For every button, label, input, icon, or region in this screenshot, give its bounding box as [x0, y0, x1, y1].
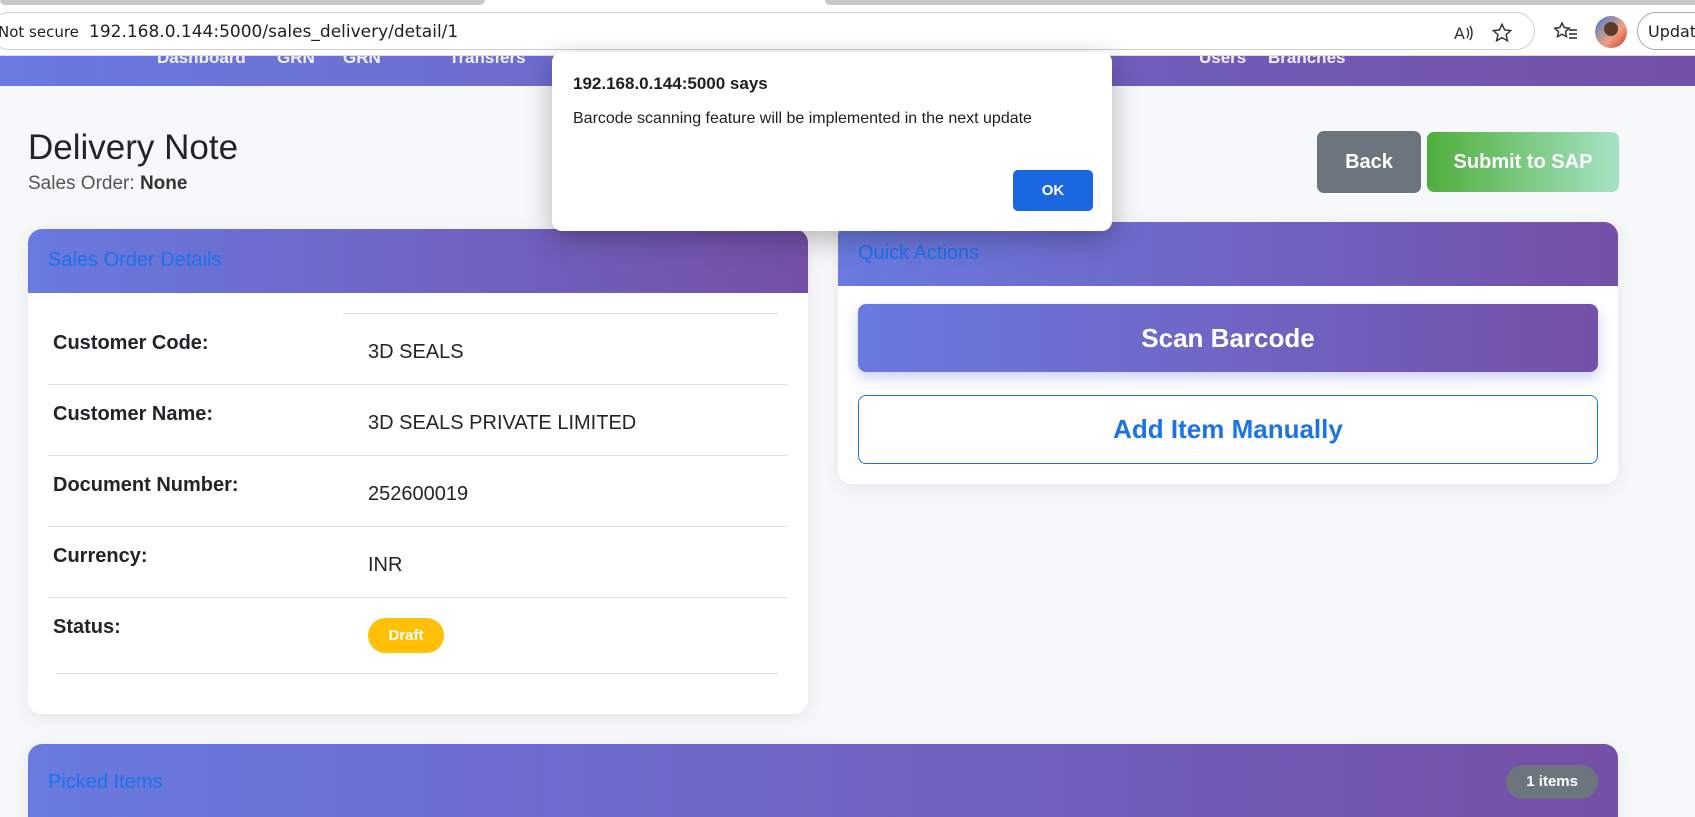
detail-value: 252600019 — [368, 483, 469, 505]
page-title: Delivery Note — [28, 128, 239, 167]
nav-link-branches[interactable]: Branches — [1268, 56, 1345, 68]
svg-text:A: A — [1454, 24, 1465, 43]
detail-value: INR — [368, 554, 403, 576]
ok-button[interactable]: OK — [1013, 170, 1093, 211]
items-count-badge: 1 items — [1506, 765, 1598, 799]
detail-label: Customer Name: — [53, 403, 214, 425]
read-aloud-icon[interactable]: A — [1451, 20, 1477, 46]
detail-row-document-number: Document Number: 252600019 — [48, 456, 788, 527]
address-bar[interactable]: Not secure 192.168.0.144:5000/sales_deli… — [0, 12, 1535, 50]
detail-value: 3D SEALS PRIVATE LIMITED — [368, 412, 637, 434]
tab-edge[interactable] — [0, 0, 485, 5]
alert-dialog: 192.168.0.144:5000 says Barcode scanning… — [552, 52, 1112, 231]
detail-label: Customer Code: — [53, 332, 209, 354]
nav-link-users[interactable]: Users — [1199, 56, 1246, 68]
detail-value: 3D SEALS — [368, 341, 464, 363]
favorite-star-icon[interactable] — [1489, 20, 1515, 46]
detail-label: Document Number: — [53, 474, 239, 496]
dialog-message: Barcode scanning feature will be impleme… — [573, 110, 1032, 127]
detail-row-customer-name: Customer Name: 3D SEALS PRIVATE LIMITED — [48, 385, 788, 456]
detail-row-customer-code: Customer Code: 3D SEALS — [48, 314, 788, 385]
sales-order-label: Sales Order: — [28, 173, 135, 194]
picked-items-card: Picked Items 1 items — [28, 744, 1618, 817]
dialog-title: 192.168.0.144:5000 says — [573, 74, 768, 93]
divider — [56, 673, 779, 674]
browser-tab-strip — [0, 0, 1695, 12]
nav-link-dashboard[interactable]: Dashboard — [157, 56, 246, 68]
quick-actions-card: Quick Actions Scan Barcode Add Item Manu… — [838, 222, 1618, 484]
sales-order-details-card: Sales Order Details Customer Code: 3D SE… — [28, 229, 808, 714]
url-text[interactable]: 192.168.0.144:5000/sales_delivery/detail… — [89, 22, 458, 42]
card-header: Sales Order Details — [28, 229, 808, 293]
scan-barcode-button[interactable]: Scan Barcode — [858, 304, 1598, 372]
submit-to-sap-button[interactable]: Submit to SAP — [1427, 132, 1619, 192]
page-subtitle: Sales Order: None — [28, 173, 187, 195]
detail-label: Currency: — [53, 545, 148, 567]
browser-toolbar: Not secure 192.168.0.144:5000/sales_deli… — [0, 12, 1695, 56]
status-badge: Draft — [368, 618, 444, 653]
card-header: Picked Items — [28, 744, 1618, 817]
tab-edge[interactable] — [825, 0, 1695, 5]
sales-order-value: None — [139, 173, 188, 194]
card-header: Quick Actions — [838, 222, 1618, 286]
update-button[interactable]: Update — [1637, 12, 1695, 50]
nav-link-transfers[interactable]: Transfers — [449, 56, 526, 68]
detail-row-status: Status: Draft — [48, 598, 788, 669]
detail-label: Status: — [53, 616, 121, 638]
not-secure-label[interactable]: Not secure — [0, 23, 79, 41]
profile-avatar[interactable] — [1595, 16, 1627, 48]
details-table: Customer Code: 3D SEALS Customer Name: 3… — [48, 314, 788, 669]
back-button[interactable]: Back — [1317, 131, 1421, 193]
detail-row-currency: Currency: INR — [48, 527, 788, 598]
nav-link-grn-2[interactable]: GRN — [343, 56, 381, 68]
nav-link-grn[interactable]: GRN — [277, 56, 315, 68]
favorites-list-icon[interactable] — [1553, 19, 1579, 45]
add-item-manually-button[interactable]: Add Item Manually — [858, 395, 1598, 464]
